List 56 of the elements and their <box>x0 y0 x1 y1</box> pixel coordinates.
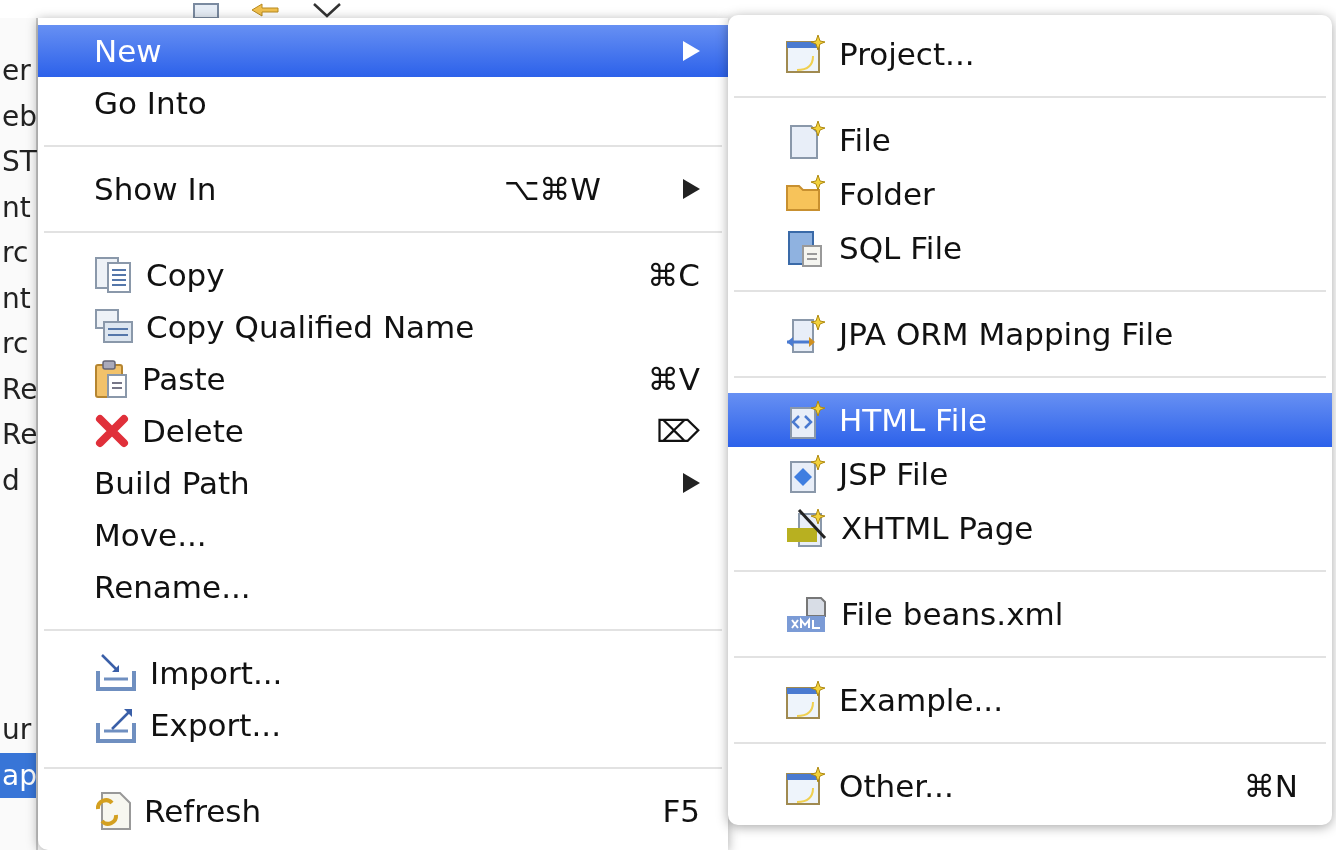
menu-item[interactable]: File <box>728 113 1332 167</box>
keyboard-shortcut: ⌘C <box>647 255 700 295</box>
menu-item[interactable]: SQL File <box>728 221 1332 275</box>
tree-item[interactable]: eb <box>0 93 36 139</box>
menu-item[interactable]: Rename... <box>38 561 728 613</box>
menu-item[interactable]: XHTML Page <box>728 501 1332 555</box>
tree-item[interactable]: nt <box>0 184 36 230</box>
menu-item[interactable]: Export... <box>38 699 728 751</box>
arrow-icon <box>250 2 280 18</box>
keyboard-shortcut: ⌘V <box>647 359 700 399</box>
tree-item[interactable]: d <box>0 457 36 503</box>
tree-item[interactable]: ap <box>0 752 36 798</box>
menu-item[interactable]: Example... <box>728 673 1332 727</box>
tree-item[interactable]: er <box>0 48 36 94</box>
menu-item[interactable]: Project... <box>728 27 1332 81</box>
keyboard-shortcut: F5 <box>662 791 700 831</box>
menu-item[interactable]: Show In ⌥⌘W <box>38 163 728 215</box>
close-icon <box>94 413 130 449</box>
tree-item[interactable]: rc <box>0 230 36 276</box>
menu-item[interactable]: Move... <box>38 509 728 561</box>
tree-item[interactable]: nt <box>0 275 36 321</box>
menu-item[interactable]: HTML File <box>728 393 1332 447</box>
clipboard-icon <box>94 359 130 399</box>
window-sparkle-icon <box>785 34 827 74</box>
tray-arrow-icon <box>94 653 138 693</box>
keyboard-shortcut: ⌥⌘W <box>503 169 601 209</box>
menu-item[interactable]: Go Into <box>38 77 728 129</box>
menu-item[interactable]: JPA ORM Mapping File <box>728 307 1332 361</box>
menu-item[interactable]: Refresh F5 <box>38 785 728 837</box>
menu-item[interactable]: Build Path <box>38 457 728 509</box>
menu-item[interactable]: Copy ⌘C <box>38 249 728 301</box>
window-sparkle-icon <box>785 766 827 806</box>
tree-item[interactable]: ST <box>0 139 36 185</box>
xml-file-icon <box>785 594 829 634</box>
menu-item[interactable]: JSP File <box>728 447 1332 501</box>
keyboard-shortcut: ⌦ <box>656 411 700 451</box>
menu-item[interactable]: File beans.xml <box>728 587 1332 641</box>
documents-icon <box>94 308 134 346</box>
tree-item[interactable]: ur <box>0 707 36 753</box>
pen-file-icon <box>785 508 829 548</box>
keyboard-shortcut: ⌘N <box>1243 766 1298 806</box>
tree-item[interactable]: Re <box>0 412 36 458</box>
menu-item[interactable]: Import... <box>38 647 728 699</box>
documents-icon <box>94 256 134 294</box>
menu-item[interactable]: New <box>38 25 728 77</box>
window-sparkle-icon <box>785 680 827 720</box>
menu-item[interactable]: Copy Qualified Name <box>38 301 728 353</box>
menu-item[interactable]: Paste ⌘V <box>38 353 728 405</box>
file-arrows-icon <box>785 314 827 354</box>
menu-item[interactable]: Folder <box>728 167 1332 221</box>
folder-sparkle-icon <box>785 174 827 214</box>
menu-item[interactable]: Other... ⌘N <box>728 759 1332 813</box>
tree-item[interactable]: rc <box>0 321 36 367</box>
menu-item[interactable]: Delete ⌦ <box>38 405 728 457</box>
tree-item[interactable]: Re <box>0 366 36 412</box>
refresh-icon <box>94 791 132 831</box>
